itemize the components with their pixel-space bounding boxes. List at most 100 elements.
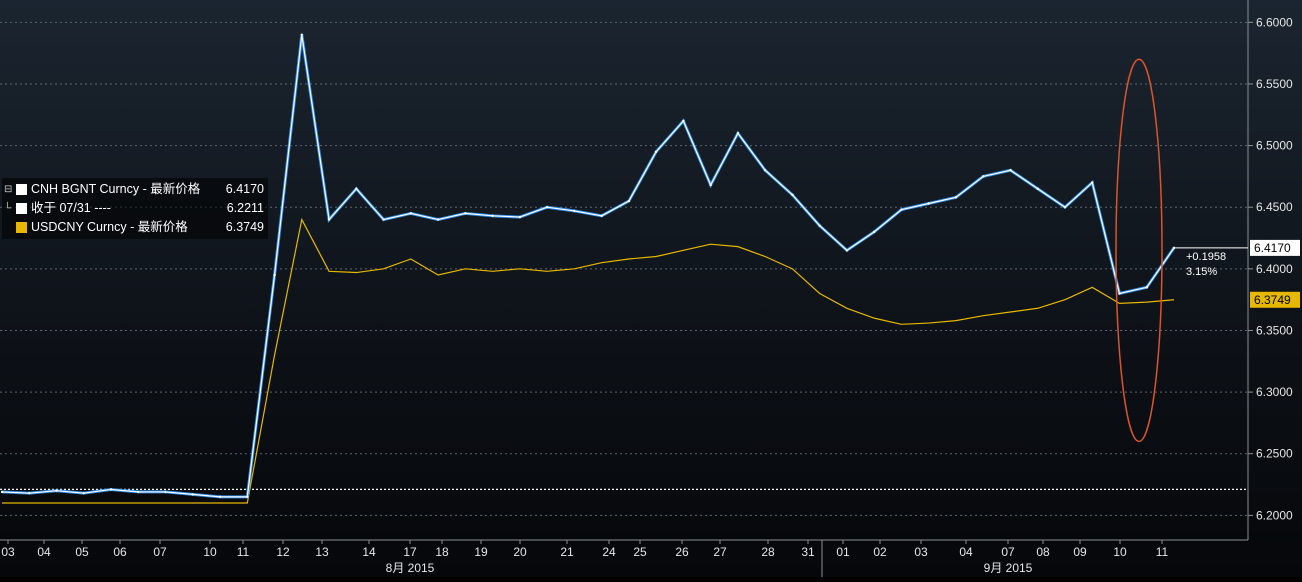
data-point-cnh — [82, 491, 85, 495]
y-tick-label: 6.2000 — [1256, 508, 1293, 522]
x-tick-label: 26 — [675, 545, 689, 559]
data-point-cnh — [1009, 169, 1012, 172]
x-tick-label: 07 — [1001, 545, 1015, 559]
legend-swatch-close — [16, 203, 27, 214]
month-label: 8月 2015 — [386, 561, 435, 575]
x-axis: 03 04 05 06 07 10 11 12 13 14 17 18 19 20 21 24 25 26 27 28… — [0, 539, 1248, 577]
data-point-cnh — [1118, 292, 1121, 295]
tree-branch-icon: └ — [4, 203, 12, 214]
legend-item-close: └ 收于 07/31 ---- 6.2211 — [4, 199, 266, 218]
data-point-cnh — [927, 202, 930, 205]
data-point-cnh — [954, 196, 958, 199]
data-point-cnh — [545, 206, 549, 209]
series-group — [0, 33, 1176, 504]
y-tick-label: 6.3000 — [1256, 385, 1293, 399]
y-tick-label: 6.5500 — [1256, 77, 1293, 91]
x-tick-label: 05 — [75, 545, 89, 559]
data-point-cnh — [355, 187, 358, 190]
data-point-cnh — [109, 488, 113, 491]
month-label: 9月 2015 — [984, 561, 1033, 575]
legend: ⊟ CNH BGNT Curncy - 最新价格 6.4170 └ 收于 07/… — [2, 178, 268, 239]
chart-svg: 6.2000 6.2500 6.3000 6.3500 6.4000 6.4500 6.50… — [0, 0, 1300, 577]
data-point-cnh — [791, 193, 794, 197]
x-tick-label: 11 — [1156, 545, 1169, 559]
data-point-cnh — [218, 495, 222, 499]
data-point-cnh — [573, 209, 576, 213]
data-point-cnh — [246, 495, 249, 499]
data-point-cnh — [491, 214, 494, 218]
data-point-cnh — [273, 273, 276, 277]
data-point-cnh — [600, 214, 603, 218]
data-point-cnh — [900, 208, 903, 211]
data-point-cnh — [300, 33, 304, 36]
legend-label: CNH BGNT Curncy - 最新价格 — [31, 182, 201, 196]
x-tick-label: 03 — [914, 545, 928, 559]
x-tick-label: 12 — [276, 545, 290, 559]
y-tick-label: 6.4500 — [1256, 200, 1293, 214]
legend-value: 6.3749 — [225, 220, 264, 234]
tree-icon: ⊟ — [4, 184, 13, 195]
data-point-cnh — [137, 490, 140, 494]
data-point-cnh — [191, 493, 194, 496]
legend-swatch-usdcny — [16, 222, 27, 233]
last-price-text-cnh: 6.4170 — [1254, 241, 1291, 255]
x-tick-label: 03 — [1, 545, 15, 559]
x-tick-label: 09 — [1073, 545, 1087, 559]
x-tick-label: 13 — [315, 545, 329, 559]
data-point-cnh — [763, 169, 767, 172]
x-tick-label: 27 — [713, 545, 727, 559]
y-tick-label: 6.2500 — [1256, 447, 1293, 461]
x-tick-label: 01 — [836, 545, 850, 559]
x-tick-label: 24 — [602, 545, 616, 559]
y-tick-label: 6.5000 — [1256, 139, 1293, 153]
x-tick-label: 04 — [37, 545, 51, 559]
highlight-ellipse — [1115, 58, 1163, 443]
data-point-cnh — [1145, 286, 1148, 289]
data-point-cnh — [845, 249, 849, 252]
data-point-cnh — [818, 224, 821, 227]
data-point-cnh — [436, 218, 440, 221]
chart-area: 6.2000 6.2500 6.3000 6.3500 6.4000 6.4500 6.50… — [0, 0, 1302, 577]
x-tick-label: 07 — [153, 545, 167, 559]
legend-item-usdcny: USDCNY Curncy - 最新价格 6.3749 — [4, 218, 266, 237]
y-tick-label: 6.4000 — [1256, 262, 1293, 276]
x-tick-label: 28 — [761, 545, 775, 559]
data-point-cnh — [682, 119, 685, 123]
data-point-cnh — [55, 489, 58, 492]
legend-item-cnh: ⊟ CNH BGNT Curncy - 最新价格 6.4170 — [4, 180, 266, 199]
data-point-cnh — [464, 212, 467, 215]
legend-value: 6.4170 — [225, 182, 264, 196]
x-tick-label: 04 — [959, 545, 973, 559]
y-tick-label: 6.3500 — [1256, 323, 1293, 337]
legend-label: USDCNY Curncy - 最新价格 — [31, 220, 188, 234]
data-point-cnh — [736, 132, 740, 135]
x-tick-label: 31 — [801, 545, 815, 559]
change-absolute: +0.1958 — [1186, 251, 1226, 263]
data-point-cnh — [982, 175, 985, 178]
x-tick-label: 25 — [633, 545, 647, 559]
data-point-cnh — [1063, 206, 1067, 209]
legend-value: 6.2211 — [226, 201, 264, 215]
data-point-cnh — [1091, 181, 1094, 184]
x-tick-label: 19 — [474, 545, 488, 559]
x-tick-label: 11 — [237, 545, 250, 559]
data-point-cnh — [654, 150, 658, 153]
x-tick-label: 21 — [560, 545, 574, 559]
x-tick-label: 10 — [1113, 545, 1127, 559]
x-tick-label: 10 — [203, 545, 217, 559]
x-tick-label: 02 — [873, 545, 887, 559]
y-axis: 6.2000 6.2500 6.3000 6.3500 6.4000 6.4500 6.50… — [1247, 0, 1293, 540]
data-point-cnh — [709, 183, 712, 187]
x-tick-label: 18 — [435, 545, 449, 559]
x-tick-label: 17 — [403, 545, 417, 559]
grid — [0, 21, 1248, 516]
data-point-cnh — [382, 218, 385, 221]
data-point-cnh — [627, 199, 631, 203]
x-tick-label: 08 — [1036, 545, 1050, 559]
data-point-cnh — [327, 218, 331, 221]
x-tick-label: 14 — [362, 545, 376, 559]
data-point-cnh — [518, 215, 522, 219]
data-point-cnh — [409, 212, 413, 215]
series-line-usdcny — [2, 217, 1175, 504]
highlight-ellipse-group — [1115, 58, 1163, 443]
